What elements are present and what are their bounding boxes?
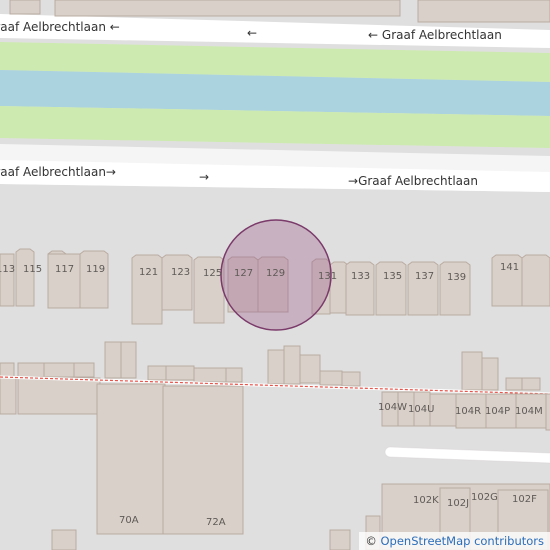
street-label-top-right: ← Graaf Aelbrechtlaan (368, 28, 502, 42)
attribution-link[interactable]: OpenStreetMap contributors (380, 534, 544, 548)
oneway-arrow-top: ← (247, 26, 258, 40)
house-number: 135 (383, 271, 403, 282)
house-number: 119 (86, 264, 106, 275)
house-number: 123 (171, 267, 191, 278)
street-label-bottom-right: →Graaf Aelbrechtlaan (348, 174, 478, 188)
house-number: 115 (23, 264, 43, 275)
house-number: 139 (447, 272, 467, 283)
house-number: 104P (485, 406, 511, 417)
house-number: 137 (415, 271, 435, 282)
house-number: 113 (0, 264, 16, 275)
street-label-bottom-left: Graaf Aelbrechtlaan→ (0, 165, 116, 179)
house-number: 125 (203, 268, 223, 279)
house-number: 133 (351, 271, 371, 282)
house-number: 72A (206, 517, 226, 528)
map-view[interactable]: Graaf Aelbrechtlaan ← ← ← Graaf Aelbrech… (0, 0, 550, 550)
building (54, 0, 401, 17)
house-number: 102F (512, 494, 537, 505)
map-attribution: © OpenStreetMap contributors (359, 532, 550, 550)
house-number: 104W (378, 402, 407, 413)
house-number: 131 (318, 271, 338, 282)
house-number: 117 (55, 264, 75, 275)
building (417, 0, 550, 23)
house-number: 102K (413, 495, 439, 506)
house-number: 102G (471, 492, 498, 503)
house-number: 104U (408, 404, 435, 415)
house-number: 129 (266, 268, 286, 279)
street-label-top-left: Graaf Aelbrechtlaan ← (0, 20, 120, 34)
house-number: 141 (500, 262, 520, 273)
house-number: 127 (234, 268, 254, 279)
house-number: 104R (455, 406, 482, 417)
house-number: 104M (515, 406, 543, 417)
house-number: 121 (139, 267, 159, 278)
house-number: 70A (119, 515, 139, 526)
house-number: 102J (447, 498, 470, 509)
building (9, 0, 41, 15)
copyright-symbol: © (365, 534, 377, 548)
oneway-arrow-bottom: → (199, 170, 210, 184)
